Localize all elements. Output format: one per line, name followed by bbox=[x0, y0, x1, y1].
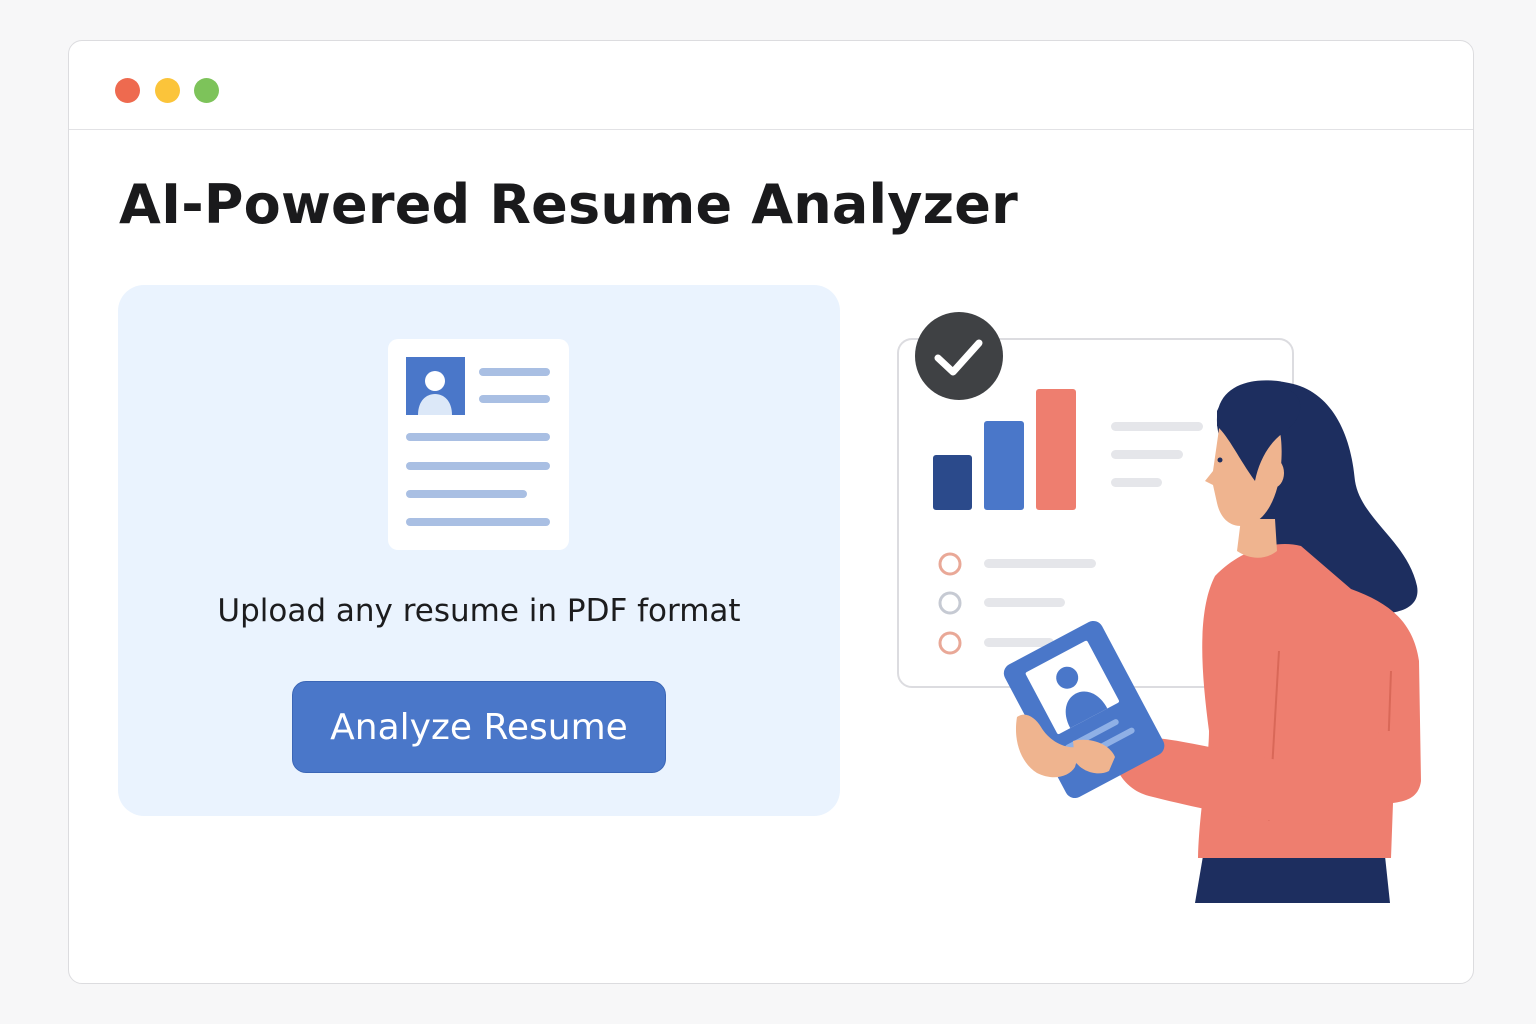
tablet-line bbox=[1072, 727, 1135, 764]
resume-line bbox=[479, 368, 550, 376]
bar-chart-icon bbox=[933, 389, 1076, 510]
minimize-window-button[interactable] bbox=[155, 78, 180, 103]
resume-line bbox=[406, 490, 527, 498]
woman-hair-bang bbox=[1217, 384, 1301, 481]
upload-panel[interactable]: Upload any resume in PDF format Analyze … bbox=[118, 285, 840, 816]
resume-document-graphic bbox=[406, 357, 550, 526]
upload-instruction: Upload any resume in PDF format bbox=[217, 593, 741, 629]
woman-arm bbox=[1113, 731, 1420, 825]
maximize-window-button[interactable] bbox=[194, 78, 219, 103]
checklist-line bbox=[984, 638, 1054, 647]
resume-line bbox=[406, 433, 550, 441]
title-bar bbox=[69, 41, 1473, 130]
close-window-button[interactable] bbox=[115, 78, 140, 103]
sweater-fold bbox=[1268, 650, 1280, 822]
woman-hand bbox=[1073, 739, 1115, 774]
report-line bbox=[1111, 478, 1162, 487]
check-mark bbox=[934, 339, 983, 376]
page-title: AI-Powered Resume Analyzer bbox=[119, 173, 1018, 236]
tablet-photo-head bbox=[1056, 666, 1079, 689]
chart-bar bbox=[933, 455, 972, 510]
resume-photo-head bbox=[425, 371, 445, 391]
woman-face bbox=[1205, 402, 1282, 527]
app-window: AI-Powered Resume Analyzer Upload any re… bbox=[68, 40, 1474, 984]
woman-eye bbox=[1217, 457, 1223, 463]
woman-hand bbox=[1015, 714, 1081, 778]
checklist-line bbox=[984, 559, 1096, 568]
tablet-body bbox=[1003, 620, 1165, 799]
woman-hair bbox=[1216, 380, 1418, 614]
check-badge bbox=[915, 312, 1003, 400]
checklist-circle bbox=[938, 552, 962, 576]
woman-sweater bbox=[1198, 544, 1421, 858]
resume-document-icon bbox=[388, 339, 569, 550]
report-card bbox=[897, 338, 1294, 688]
checklist-circle bbox=[938, 591, 962, 615]
tablet-icon bbox=[1003, 620, 1165, 799]
woman-neck bbox=[1237, 519, 1277, 558]
sweater-fold bbox=[1386, 670, 1392, 782]
chart-bar bbox=[984, 421, 1024, 510]
checkmark-badge-icon bbox=[915, 312, 1003, 400]
woman-ear bbox=[1262, 458, 1284, 488]
report-line bbox=[1111, 450, 1183, 459]
analyze-resume-button[interactable]: Analyze Resume bbox=[292, 681, 666, 773]
chart-bar bbox=[1036, 389, 1076, 510]
resume-line bbox=[406, 518, 550, 526]
resume-line bbox=[406, 462, 550, 470]
report-line bbox=[1111, 422, 1203, 431]
tablet-line bbox=[1065, 719, 1119, 751]
resume-line bbox=[479, 395, 550, 403]
woman-skirt bbox=[1195, 856, 1390, 903]
tablet-photo-body bbox=[1065, 691, 1108, 729]
checklist-line bbox=[984, 598, 1065, 607]
checklist-circle bbox=[938, 631, 962, 655]
tablet-photo bbox=[1025, 640, 1119, 735]
